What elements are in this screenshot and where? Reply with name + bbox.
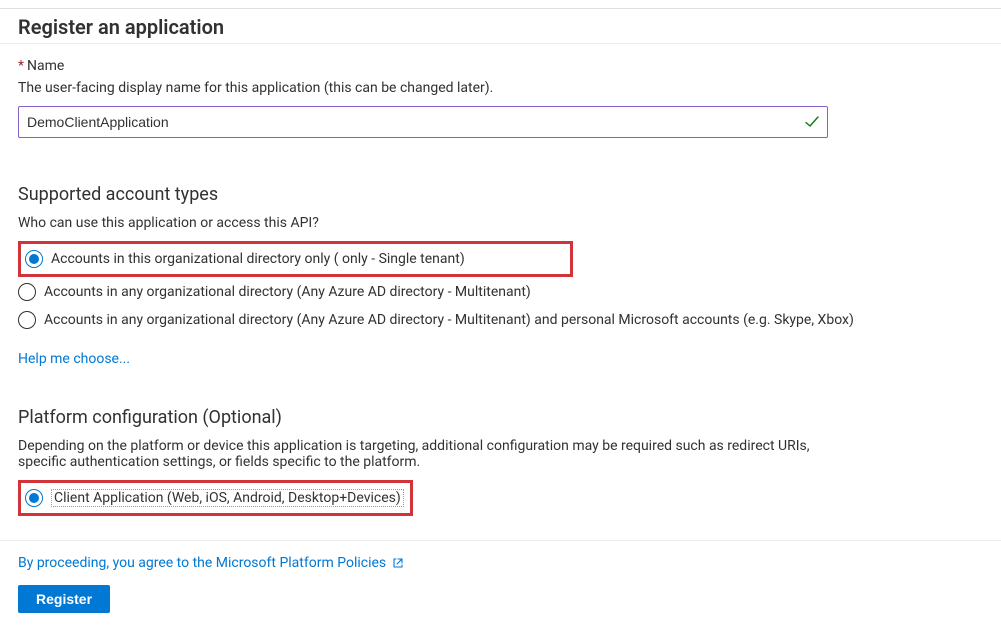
app-name-input[interactable]: [18, 106, 828, 138]
radio-label-multitenant: Accounts in any organizational directory…: [44, 284, 531, 300]
radio-unselected-icon: [18, 311, 36, 329]
radio-label-single-tenant: Accounts in this organizational director…: [51, 251, 465, 267]
page-title: Register an application: [18, 15, 983, 39]
external-link-icon: [392, 557, 404, 569]
name-label-text: Name: [27, 58, 64, 74]
agreement-text: By proceeding, you agree to the Microsof…: [18, 555, 386, 571]
radio-selected-icon: [25, 250, 43, 268]
account-types-question: Who can use this application or access t…: [18, 215, 983, 231]
help-me-choose-link[interactable]: Help me choose...: [18, 351, 130, 367]
checkmark-icon: [804, 114, 820, 130]
radio-single-tenant[interactable]: Accounts in this organizational director…: [25, 246, 465, 272]
radio-client-app[interactable]: Client Application (Web, iOS, Android, D…: [25, 485, 404, 511]
platform-heading: Platform configuration (Optional): [18, 407, 983, 428]
platform-policies-link[interactable]: By proceeding, you agree to the Microsof…: [18, 555, 404, 571]
highlight-client-app: Client Application (Web, iOS, Android, D…: [18, 480, 413, 516]
radio-unselected-icon: [18, 283, 36, 301]
radio-multitenant[interactable]: Accounts in any organizational directory…: [18, 279, 983, 305]
required-star-icon: *: [18, 58, 24, 74]
name-label: *Name: [18, 58, 983, 74]
platform-description: Depending on the platform or device this…: [18, 438, 828, 470]
radio-label-multitenant-personal: Accounts in any organizational directory…: [44, 312, 854, 328]
highlight-single-tenant: Accounts in this organizational director…: [18, 241, 573, 277]
radio-multitenant-personal[interactable]: Accounts in any organizational directory…: [18, 307, 983, 333]
radio-selected-icon: [25, 489, 43, 507]
name-description: The user-facing display name for this ap…: [18, 80, 983, 96]
account-types-heading: Supported account types: [18, 184, 983, 205]
register-button[interactable]: Register: [18, 585, 110, 613]
focus-outline: Client Application (Web, iOS, Android, D…: [51, 489, 404, 507]
radio-label-client-app: Client Application (Web, iOS, Android, D…: [54, 490, 401, 506]
